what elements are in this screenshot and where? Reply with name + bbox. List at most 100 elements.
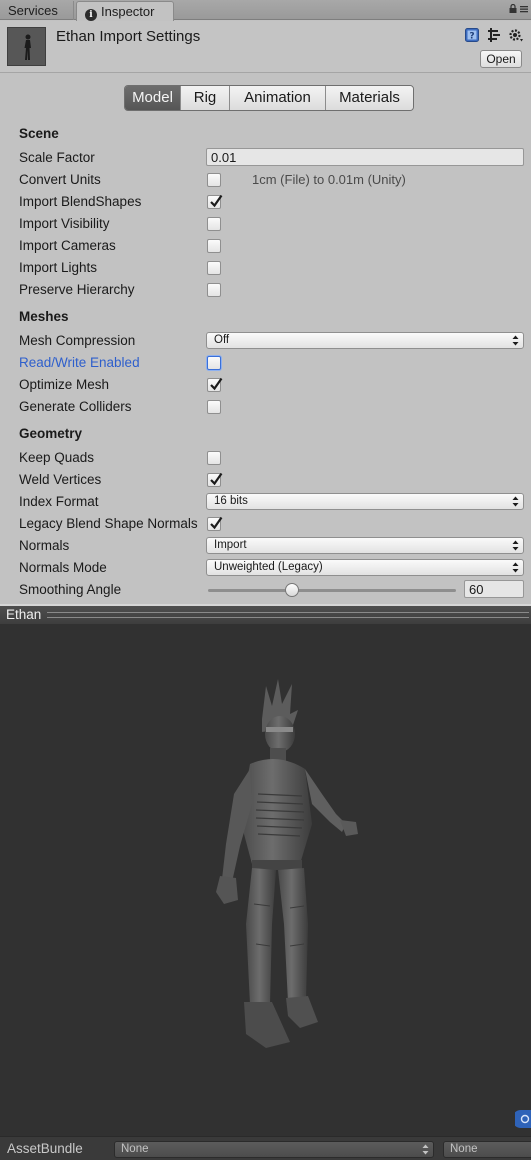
import-lights-checkbox[interactable] — [207, 261, 221, 275]
asset-bundle-label: AssetBundle — [7, 1141, 83, 1156]
model-preview-viewport[interactable] — [0, 624, 531, 1136]
scale-factor-input[interactable]: 0.01 — [206, 148, 524, 166]
dropdown-arrows-icon — [422, 1144, 429, 1155]
character-model-preview — [216, 679, 358, 1048]
tab-materials[interactable]: Materials — [325, 86, 413, 110]
row-normals-mode: Normals Mode Unweighted (Legacy) — [0, 557, 531, 579]
row-weld-vertices: Weld Vertices — [0, 469, 531, 491]
row-normals: Normals Import — [0, 535, 531, 557]
dropdown-arrows-icon — [512, 496, 519, 507]
svg-text:?: ? — [469, 32, 474, 42]
tab-inspector-label: Inspector — [101, 4, 155, 19]
globe-icon[interactable] — [515, 1110, 531, 1128]
keep-quads-checkbox[interactable] — [207, 451, 221, 465]
menu-icon[interactable] — [520, 5, 528, 13]
preset-icon[interactable] — [487, 28, 501, 42]
checkmark-icon — [210, 377, 223, 391]
row-keep-quads: Keep Quads — [0, 447, 531, 469]
convert-units-hint: 1cm (File) to 0.01m (Unity) — [252, 172, 406, 187]
optimize-mesh-label: Optimize Mesh — [19, 377, 110, 392]
window-tab-bar: Services i Inspector — [0, 0, 531, 21]
normals-mode-label: Normals Mode — [19, 560, 107, 575]
dropdown-arrows-icon — [512, 540, 519, 551]
tab-inspector[interactable]: i Inspector — [76, 1, 174, 21]
mesh-compression-value: Off — [214, 334, 230, 346]
smoothing-angle-slider-thumb[interactable] — [285, 583, 299, 597]
read-write-enabled-label: Read/Write Enabled — [19, 355, 140, 370]
index-format-dropdown[interactable]: 16 bits — [206, 493, 524, 510]
smoothing-angle-slider[interactable] — [208, 589, 456, 592]
weld-vertices-label: Weld Vertices — [19, 472, 102, 487]
checkmark-icon — [210, 516, 223, 530]
tab-animation[interactable]: Animation — [229, 86, 325, 110]
generate-colliders-label: Generate Colliders — [19, 399, 132, 414]
normals-dropdown[interactable]: Import — [206, 537, 524, 554]
weld-vertices-checkbox[interactable] — [207, 472, 223, 487]
preview-header[interactable]: Ethan — [0, 604, 531, 624]
row-index-format: Index Format 16 bits — [0, 491, 531, 513]
read-write-enabled-checkbox[interactable] — [207, 356, 221, 370]
tab-services-label: Services — [8, 3, 58, 18]
row-mesh-compression: Mesh Compression Off — [0, 330, 531, 352]
open-button[interactable]: Open — [480, 50, 522, 68]
scale-factor-label: Scale Factor — [19, 150, 95, 165]
preserve-hierarchy-checkbox[interactable] — [207, 283, 221, 297]
normals-mode-value: Unweighted (Legacy) — [214, 561, 323, 573]
import-visibility-label: Import Visibility — [19, 216, 110, 231]
asset-bundle-variant-value: None — [450, 1143, 478, 1155]
row-preserve-hierarchy: Preserve Hierarchy — [0, 279, 531, 301]
tab-rig[interactable]: Rig — [180, 86, 229, 110]
row-import-lights: Import Lights — [0, 257, 531, 279]
row-read-write-enabled: Read/Write Enabled — [0, 352, 531, 374]
import-visibility-checkbox[interactable] — [207, 217, 221, 231]
preserve-hierarchy-label: Preserve Hierarchy — [19, 282, 135, 297]
index-format-label: Index Format — [19, 494, 99, 509]
tab-services[interactable]: Services — [0, 1, 74, 20]
asset-bundle-name-dropdown[interactable]: None — [114, 1141, 434, 1158]
asset-bundle-variant-dropdown[interactable]: None — [443, 1141, 531, 1158]
row-import-visibility: Import Visibility — [0, 213, 531, 235]
mesh-compression-label: Mesh Compression — [19, 333, 136, 348]
generate-colliders-checkbox[interactable] — [207, 400, 221, 414]
asset-bundle-bar: AssetBundle None None — [0, 1136, 531, 1160]
optimize-mesh-checkbox[interactable] — [207, 377, 223, 392]
info-icon: i — [85, 9, 97, 21]
normals-mode-dropdown[interactable]: Unweighted (Legacy) — [206, 559, 524, 576]
import-cameras-checkbox[interactable] — [207, 239, 221, 253]
section-geometry-title: Geometry — [19, 426, 83, 441]
row-convert-units: Convert Units 1cm (File) to 0.01m (Unity… — [0, 169, 531, 191]
asset-bundle-name-value: None — [121, 1143, 149, 1155]
dropdown-arrows-icon — [512, 335, 519, 346]
section-scene-title: Scene — [19, 126, 59, 141]
import-settings-tabs: Model Rig Animation Materials — [124, 85, 414, 111]
help-icon[interactable]: ? — [465, 28, 479, 42]
normals-value: Import — [214, 539, 247, 551]
legacy-blend-shape-normals-checkbox[interactable] — [207, 516, 223, 531]
row-legacy-blend-shape-normals: Legacy Blend Shape Normals — [0, 513, 531, 535]
smoothing-angle-input[interactable]: 60 — [464, 580, 524, 598]
import-lights-label: Import Lights — [19, 260, 98, 275]
tab-model[interactable]: Model — [125, 86, 180, 110]
normals-label: Normals — [19, 538, 70, 553]
import-blendshapes-checkbox[interactable] — [207, 194, 223, 209]
preview-title: Ethan — [6, 607, 42, 622]
keep-quads-label: Keep Quads — [19, 450, 95, 465]
inspector-title: Ethan Import Settings — [56, 28, 201, 45]
smoothing-angle-label: Smoothing Angle — [19, 582, 122, 597]
checkmark-icon — [210, 194, 223, 208]
mesh-compression-dropdown[interactable]: Off — [206, 332, 524, 349]
row-optimize-mesh: Optimize Mesh — [0, 374, 531, 396]
row-import-blendshapes: Import BlendShapes — [0, 191, 531, 213]
preview-drag-handle[interactable] — [47, 612, 529, 618]
dropdown-arrows-icon — [512, 562, 519, 573]
row-scale-factor: Scale Factor 0.01 — [0, 147, 531, 169]
import-blendshapes-label: Import BlendShapes — [19, 194, 142, 209]
index-format-value: 16 bits — [214, 495, 248, 507]
asset-thumbnail — [7, 27, 46, 66]
legacy-blend-shape-normals-label: Legacy Blend Shape Normals — [19, 516, 198, 531]
gear-icon[interactable] — [508, 27, 524, 43]
section-meshes-title: Meshes — [19, 309, 69, 324]
row-smoothing-angle: Smoothing Angle 60 — [0, 579, 531, 601]
convert-units-checkbox[interactable] — [207, 173, 221, 187]
lock-icon[interactable] — [509, 4, 517, 13]
